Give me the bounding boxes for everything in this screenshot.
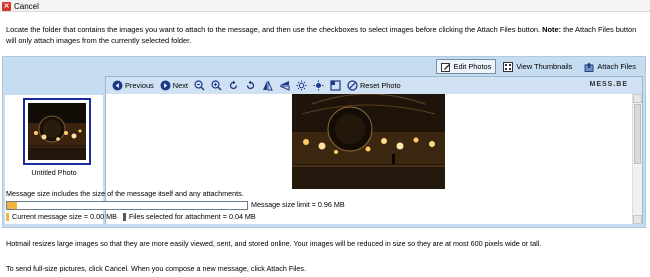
tab-attach-files[interactable]: Attach Files — [579, 59, 641, 74]
size-limit-bar — [6, 201, 248, 210]
crop-button[interactable] — [327, 78, 344, 93]
tab-attach-files-label: Attach Files — [597, 62, 636, 71]
crop-icon — [330, 80, 341, 91]
next-button[interactable]: Next — [157, 78, 191, 93]
zoom-in-button[interactable] — [208, 78, 225, 93]
next-icon — [160, 80, 171, 91]
selected-photo — [292, 94, 445, 189]
zoom-out-button[interactable] — [191, 78, 208, 93]
full-size-note: To send full-size pictures, click Cancel… — [6, 264, 307, 273]
next-label: Next — [172, 81, 188, 90]
previous-icon — [112, 80, 123, 91]
legend-selected: Files selected for attachment = 0.04 MB — [122, 212, 256, 222]
current-size-label: Current message size = 0.00 MB — [12, 212, 117, 221]
note-label: Note: — [542, 25, 562, 34]
photo-thumbnail[interactable] — [23, 98, 91, 165]
contrast-button[interactable] — [310, 78, 327, 93]
attach-files-icon — [584, 62, 594, 72]
brightness-button[interactable] — [293, 78, 310, 93]
previous-button[interactable]: Previous — [109, 78, 157, 93]
scroll-up-arrow-icon[interactable] — [633, 94, 642, 103]
rotate-right-button[interactable] — [242, 78, 259, 93]
instructions-text: Locate the folder that contains the imag… — [6, 25, 541, 34]
close-icon: ✕ — [2, 1, 11, 11]
size-legend: Current message size = 0.00 MB Files sel… — [6, 212, 256, 222]
view-thumbnails-icon — [503, 61, 514, 72]
size-limit-fill — [7, 202, 17, 209]
cancel-link[interactable]: ✕ Cancel — [2, 1, 39, 11]
current-size-swatch — [6, 213, 9, 222]
rotate-left-button[interactable] — [225, 78, 242, 93]
vertical-scrollbar[interactable] — [632, 94, 642, 224]
tab-edit-photos-label: Edit Photos — [453, 62, 492, 71]
flip-horizontal-button[interactable] — [259, 78, 276, 93]
brand-logo: MESS.BE — [589, 81, 628, 88]
flip-vertical-button[interactable] — [276, 78, 293, 93]
instructions: Locate the folder that contains the imag… — [6, 25, 642, 46]
flip-horizontal-icon — [262, 80, 273, 91]
rotate-left-icon — [228, 80, 239, 91]
resize-note: Hotmail resizes large images so that the… — [6, 239, 542, 248]
editor-toolbar: Previous Next Reset Photo MESS.BE — [106, 77, 642, 94]
legend-current: Current message size = 0.00 MB — [6, 212, 117, 222]
reset-photo-label: Reset Photo — [359, 81, 401, 90]
size-info-text: Message size includes the size of the me… — [6, 189, 244, 198]
reset-icon — [347, 80, 358, 91]
scroll-down-arrow-icon[interactable] — [633, 215, 642, 224]
previous-label: Previous — [125, 81, 154, 90]
rotate-right-icon — [245, 80, 256, 91]
tab-view-thumbnails-label: View Thumbnails — [516, 62, 573, 71]
thumbnail-label: Untitled Photo — [31, 168, 77, 177]
brightness-icon — [296, 80, 307, 91]
reset-photo-button[interactable]: Reset Photo — [344, 78, 404, 93]
zoom-out-icon — [194, 80, 205, 91]
zoom-in-icon — [211, 80, 222, 91]
top-bar: ✕ Cancel — [0, 0, 650, 12]
tab-edit-photos[interactable]: Edit Photos — [435, 59, 497, 74]
cancel-label: Cancel — [14, 1, 39, 11]
flip-vertical-icon — [279, 80, 290, 91]
contrast-icon — [313, 80, 324, 91]
selected-size-label: Files selected for attachment = 0.04 MB — [128, 212, 256, 221]
view-tabs: Edit Photos View Thumbnails Attach Files — [435, 59, 641, 74]
tab-view-thumbnails[interactable]: View Thumbnails — [498, 59, 577, 74]
edit-photos-icon — [440, 62, 451, 72]
selected-size-swatch — [122, 213, 126, 222]
scroll-thumb[interactable] — [634, 104, 641, 164]
size-limit-label: Message size limit = 0.96 MB — [251, 200, 345, 209]
thumbnail-image — [28, 103, 86, 160]
